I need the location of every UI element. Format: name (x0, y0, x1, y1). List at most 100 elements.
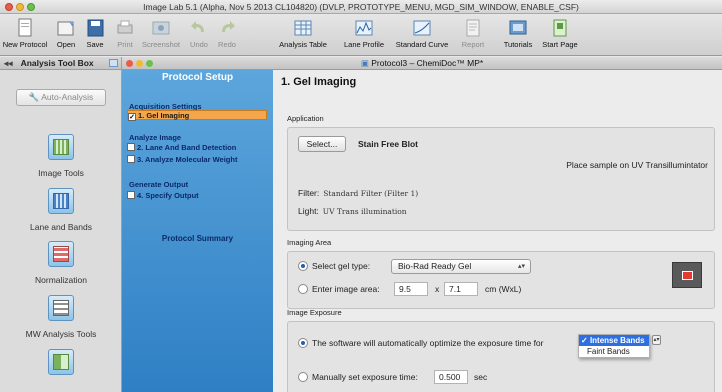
step-specify-output-label: 4. Specify Output (137, 191, 199, 200)
lane-band-detection-checkbox[interactable] (127, 143, 135, 151)
filter-row: Filter: Standard Filter (Filter 1) (298, 188, 418, 198)
page-title: 1. Gel Imaging (281, 76, 357, 88)
normalization-icon (48, 241, 74, 267)
standard-curve-button[interactable]: Standard Curve (394, 16, 450, 54)
step-lane-band-detection[interactable]: 2. Lane And Band Detection (127, 143, 236, 153)
step-gel-imaging-label: 1. Gel Imaging (138, 111, 190, 120)
select-application-button[interactable]: Select... (298, 136, 346, 152)
screenshot-icon (152, 21, 170, 35)
auto-analysis-button[interactable]: 🔧 Auto-Analysis (16, 89, 106, 106)
exposure-time-unit: sec (474, 372, 488, 382)
mw-analysis-tools-button[interactable]: MW Analysis Tools (0, 295, 122, 339)
report-icon (466, 19, 480, 37)
application-label: Application (287, 114, 324, 123)
analyze-molecular-weight-checkbox[interactable] (127, 155, 135, 163)
image-tools-button[interactable]: Image Tools (0, 134, 122, 178)
protocol-setup-title: Protocol Setup (161, 72, 234, 83)
gel-preview-icon (672, 262, 702, 288)
lane-and-bands-button[interactable]: Lane and Bands (0, 188, 122, 232)
light-label: Light: (298, 206, 319, 216)
light-row: Light: UV Trans illumination (298, 206, 407, 216)
image-width-input[interactable]: 9.5 (394, 282, 428, 296)
light-value: UV Trans illumination (322, 207, 407, 216)
stain-name: Stain Free Blot (358, 139, 418, 149)
undo-label: Undo (190, 40, 208, 49)
open-button[interactable]: Open (52, 16, 80, 54)
close-window-button[interactable] (5, 3, 13, 11)
toolbox-title: Analysis Tool Box (20, 58, 94, 68)
protocol-document-icon: ▣ (360, 58, 369, 68)
wrench-icon: 🔧 (28, 92, 40, 102)
step-analyze-molecular-weight-label: 3. Analyze Molecular Weight (137, 155, 238, 164)
standard-curve-label: Standard Curve (395, 40, 449, 49)
auto-exposure-radio[interactable] (298, 338, 308, 348)
print-label: Print (117, 40, 133, 49)
step-specify-output[interactable]: 4. Specify Output (127, 191, 199, 201)
screenshot-label: Screenshot (142, 40, 180, 49)
title-bar: Image Lab 5.1 (Alpha, Nov 5 2013 CL10482… (0, 0, 722, 14)
exposure-target-dropdown-menu[interactable]: ✓ Intense Bands Faint Bands (578, 334, 650, 358)
start-page-button[interactable]: Start Page (540, 16, 580, 54)
analysis-tool-box: ◂◂ Analysis Tool Box 🔧 Auto-Analysis Ima… (0, 57, 122, 392)
toolbox-pin-icon[interactable] (109, 59, 118, 67)
tutorials-button[interactable]: Tutorials (500, 16, 536, 54)
print-button[interactable]: Print (112, 16, 138, 54)
step-lane-band-detection-label: 2. Lane And Band Detection (137, 143, 237, 152)
screenshot-button[interactable]: Screenshot (140, 16, 182, 54)
collapse-toolbox-icon[interactable]: ◂◂ (4, 58, 13, 68)
zoom-window-button[interactable] (27, 3, 35, 11)
step-gel-imaging[interactable]: ✓ 1. Gel Imaging (127, 110, 267, 121)
tutorials-label: Tutorials (503, 40, 533, 49)
new-protocol-icon (18, 18, 32, 37)
protocol-close-button[interactable] (126, 60, 133, 67)
step-analyze-molecular-weight[interactable]: 3. Analyze Molecular Weight (127, 155, 237, 165)
option-intense-bands[interactable]: ✓ Intense Bands (579, 335, 649, 346)
image-height-input[interactable]: 7.1 (444, 282, 478, 296)
protocol-zoom-button[interactable] (146, 60, 153, 67)
analysis-table-button[interactable]: Analysis Table (274, 16, 332, 54)
specify-output-checkbox[interactable] (127, 191, 135, 199)
application-box: Select... Stain Free Blot Place sample o… (287, 127, 715, 231)
manual-exposure-radio[interactable] (298, 372, 308, 382)
minimize-window-button[interactable] (16, 3, 24, 11)
checkmark-icon: ✓ (581, 336, 590, 345)
option-faint-bands[interactable]: Faint Bands (579, 346, 649, 357)
save-button[interactable]: Save (82, 16, 108, 54)
popup-arrows-icon[interactable]: ▴▾ (652, 335, 661, 345)
normalization-button[interactable]: Normalization (0, 241, 122, 285)
imaging-area-group: Imaging Area Select gel type: Bio-Rad Re… (287, 238, 715, 309)
imaging-area-label: Imaging Area (287, 238, 332, 247)
lane-profile-label: Lane Profile (343, 40, 385, 49)
redo-icon (222, 21, 235, 32)
undo-icon (191, 21, 204, 32)
auto-analysis-label: Auto-Analysis (41, 92, 94, 102)
gel-imaging-checkbox[interactable]: ✓ (128, 113, 136, 121)
select-gel-type-radio[interactable] (298, 261, 308, 271)
toolbox-header: ◂◂ Analysis Tool Box (0, 57, 121, 70)
redo-button[interactable]: Redo (214, 16, 240, 54)
analyze-image-heading: Analyze Image (129, 133, 182, 142)
report-button[interactable]: Report (458, 16, 488, 54)
gel-type-dropdown[interactable]: Bio-Rad Ready Gel ▴▾ (391, 259, 531, 274)
filter-label: Filter: (298, 188, 320, 198)
exposure-time-input[interactable]: 0.500 (434, 370, 468, 384)
protocol-minimize-button[interactable] (136, 60, 143, 67)
undo-button[interactable]: Undo (186, 16, 212, 54)
more-tools-button[interactable] (0, 349, 122, 375)
protocol-summary-link[interactable]: Protocol Summary (122, 234, 273, 243)
generate-output-heading: Generate Output (129, 180, 189, 189)
filter-value: Standard Filter (Filter 1) (323, 189, 419, 198)
new-protocol-button[interactable]: New Protocol (2, 16, 48, 54)
protocol-window-title: Protocol3 – ChemiDoc™ MP* (371, 58, 484, 68)
standard-curve-icon (413, 20, 431, 36)
placement-hint: Place sample on UV Transillumintator (566, 160, 708, 170)
enter-image-area-radio[interactable] (298, 284, 308, 294)
open-label: Open (56, 40, 76, 49)
report-label: Report (461, 40, 485, 49)
app-window: Image Lab 5.1 (Alpha, Nov 5 2013 CL10482… (0, 0, 722, 392)
image-exposure-group: Image Exposure The software will automat… (287, 308, 715, 392)
lane-profile-button[interactable]: Lane Profile (338, 16, 390, 54)
tutorials-icon (509, 20, 527, 35)
enter-image-area-label: Enter image area: (312, 284, 380, 294)
mw-analysis-tools-icon (48, 295, 74, 321)
